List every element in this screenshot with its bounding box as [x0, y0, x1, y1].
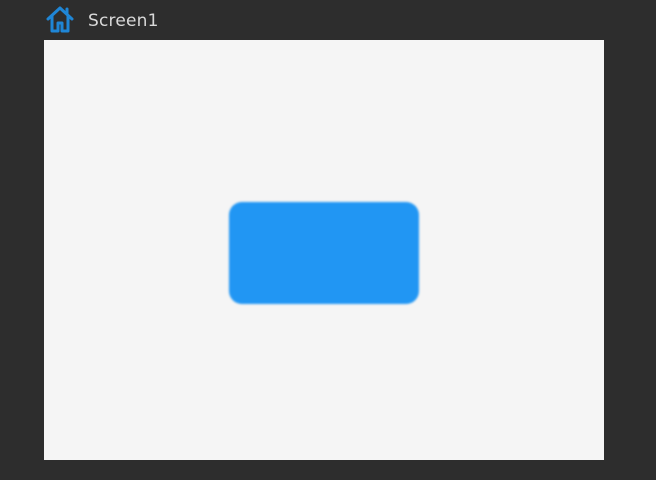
home-icon[interactable]: [44, 4, 76, 34]
design-canvas[interactable]: [44, 40, 604, 460]
screen-title: Screen1: [88, 10, 159, 31]
app-window: Screen1: [0, 0, 656, 480]
rounded-rectangle-shape[interactable]: [229, 202, 419, 304]
screen-header: Screen1: [44, 2, 159, 36]
